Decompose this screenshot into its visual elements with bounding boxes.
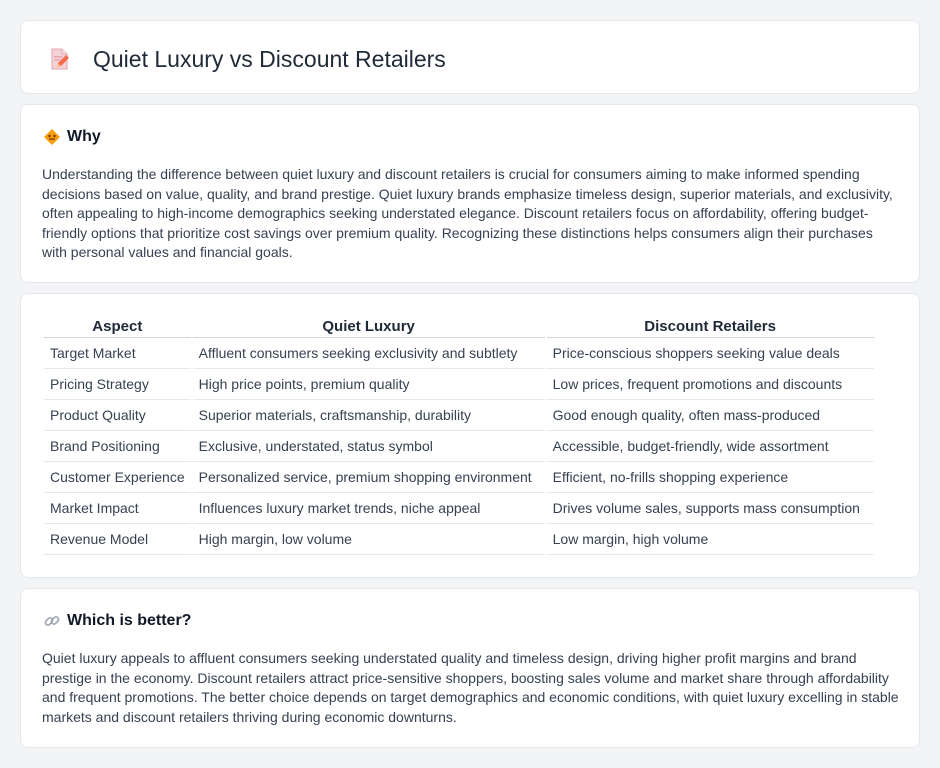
table-row: Customer Experience Personalized service…	[44, 462, 874, 493]
which-better-section: Which is better? Quiet luxury appeals to…	[20, 588, 920, 748]
table-row: Product Quality Superior materials, craf…	[44, 400, 874, 431]
document-edit-icon	[47, 47, 71, 71]
table-header-row: Aspect Quiet Luxury Discount Retailers	[44, 316, 874, 338]
link-icon	[43, 612, 61, 630]
cell-aspect: Product Quality	[44, 400, 191, 431]
cell-quiet-luxury: Influences luxury market trends, niche a…	[192, 493, 545, 524]
cell-discount-retailers: Price-conscious shoppers seeking value d…	[546, 338, 874, 369]
cell-discount-retailers: Accessible, budget-friendly, wide assort…	[546, 431, 874, 462]
cell-quiet-luxury: Superior materials, craftsmanship, durab…	[192, 400, 545, 431]
comparison-table: Aspect Quiet Luxury Discount Retailers T…	[42, 316, 876, 555]
cell-aspect: Pricing Strategy	[44, 369, 191, 400]
better-heading: Which is better?	[67, 612, 192, 629]
diamond-warning-icon	[43, 128, 61, 146]
comparison-section: Aspect Quiet Luxury Discount Retailers T…	[20, 293, 920, 578]
cell-quiet-luxury: Personalized service, premium shopping e…	[192, 462, 545, 493]
cell-quiet-luxury: High margin, low volume	[192, 524, 545, 555]
cell-discount-retailers: Low prices, frequent promotions and disc…	[546, 369, 874, 400]
header-aspect: Aspect	[44, 316, 191, 338]
table-row: Market Impact Influences luxury market t…	[44, 493, 874, 524]
table-row: Target Market Affluent consumers seeking…	[44, 338, 874, 369]
header-quiet-luxury: Quiet Luxury	[192, 316, 545, 338]
header-discount-retailers: Discount Retailers	[546, 316, 874, 338]
title-row: Quiet Luxury vs Discount Retailers	[47, 45, 446, 73]
cell-quiet-luxury: High price points, premium quality	[192, 369, 545, 400]
cell-discount-retailers: Good enough quality, often mass-produced	[546, 400, 874, 431]
table-row: Pricing Strategy High price points, prem…	[44, 369, 874, 400]
cell-aspect: Market Impact	[44, 493, 191, 524]
cell-aspect: Target Market	[44, 338, 191, 369]
cell-aspect: Customer Experience	[44, 462, 191, 493]
page-title: Quiet Luxury vs Discount Retailers	[93, 46, 446, 72]
why-section: Why Understanding the difference between…	[20, 104, 920, 283]
table-row: Revenue Model High margin, low volume Lo…	[44, 524, 874, 555]
cell-discount-retailers: Drives volume sales, supports mass consu…	[546, 493, 874, 524]
why-heading-row: Why	[43, 127, 101, 147]
cell-aspect: Brand Positioning	[44, 431, 191, 462]
cell-discount-retailers: Low margin, high volume	[546, 524, 874, 555]
why-heading: Why	[67, 128, 101, 145]
cell-quiet-luxury: Exclusive, understated, status symbol	[192, 431, 545, 462]
cell-aspect: Revenue Model	[44, 524, 191, 555]
why-paragraph: Understanding the difference between qui…	[42, 166, 893, 261]
table-row: Brand Positioning Exclusive, understated…	[44, 431, 874, 462]
cell-discount-retailers: Efficient, no-frills shopping experience	[546, 462, 874, 493]
better-heading-row: Which is better?	[43, 611, 191, 631]
title-card: Quiet Luxury vs Discount Retailers	[20, 20, 920, 94]
better-paragraph: Quiet luxury appeals to affluent consume…	[42, 650, 899, 725]
cell-quiet-luxury: Affluent consumers seeking exclusivity a…	[192, 338, 545, 369]
